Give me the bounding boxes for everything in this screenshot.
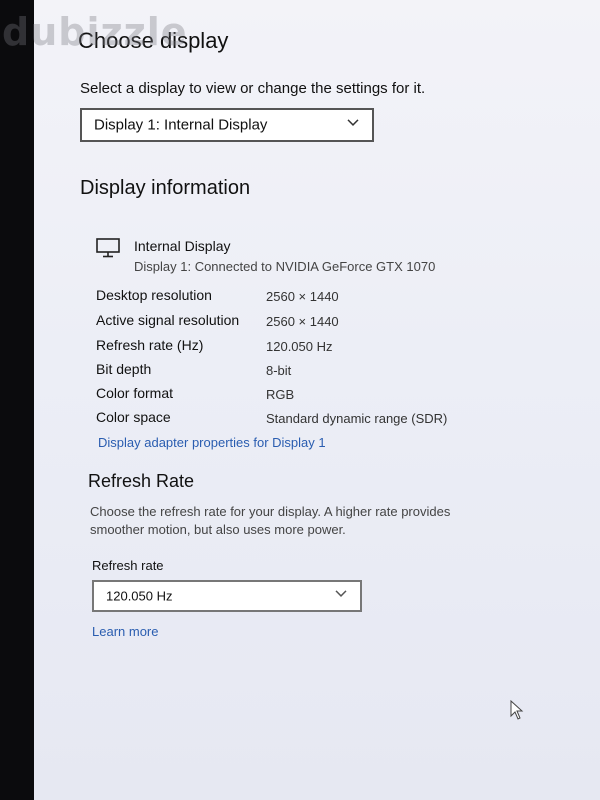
- refresh-rate-description: Choose the refresh rate for your display…: [90, 504, 451, 537]
- info-label: Refresh rate (Hz): [96, 337, 204, 353]
- refresh-rate-heading: Refresh Rate: [88, 471, 195, 491]
- watermark-logo: dubizzle: [2, 10, 188, 54]
- info-value: 2560 × 1440: [266, 289, 339, 304]
- info-row-refresh-rate: Refresh rate (Hz) 120.050 Hz: [96, 337, 516, 359]
- info-value: 8-bit: [266, 363, 292, 378]
- info-label: Active signal resolution: [96, 312, 240, 328]
- info-label: Bit depth: [96, 361, 152, 377]
- settings-window: Choose display Select a display to view …: [34, 0, 600, 800]
- info-row-active-signal-resolution: Active signal resolution 2560 × 1440: [96, 312, 516, 334]
- info-label: Color space: [96, 409, 171, 425]
- info-value: Standard dynamic range (SDR): [266, 411, 448, 426]
- info-value: 2560 × 1440: [266, 314, 339, 329]
- display-connection-status: Display 1: Connected to NVIDIA GeForce G…: [134, 259, 436, 274]
- refresh-rate-value: 120.050 Hz: [106, 588, 173, 604]
- info-label: Color format: [96, 385, 174, 401]
- info-value: 120.050 Hz: [266, 339, 333, 354]
- learn-more-link[interactable]: Learn more: [92, 624, 158, 639]
- info-row-desktop-resolution: Desktop resolution 2560 × 1440: [96, 287, 516, 309]
- select-display-label: Select a display to view or change the s…: [80, 80, 426, 97]
- chevron-down-icon: [335, 590, 347, 597]
- info-row-bit-depth: Bit depth 8-bit: [96, 361, 516, 383]
- display-select-value: Display 1: Internal Display: [94, 116, 268, 134]
- display-select-dropdown[interactable]: Display 1: Internal Display: [80, 108, 374, 142]
- info-value: RGB: [266, 387, 295, 402]
- chevron-down-icon: [347, 119, 359, 126]
- refresh-rate-label: Refresh rate: [92, 558, 164, 573]
- display-name: Internal Display: [134, 238, 231, 254]
- refresh-rate-dropdown[interactable]: 120.050 Hz: [92, 580, 362, 612]
- info-label: Desktop resolution: [96, 287, 212, 303]
- display-adapter-properties-link[interactable]: Display adapter properties for Display 1: [98, 435, 326, 450]
- display-information-heading: Display information: [80, 177, 251, 199]
- info-row-color-format: Color format RGB: [96, 385, 516, 407]
- info-row-color-space: Color space Standard dynamic range (SDR): [96, 409, 516, 431]
- monitor-icon: [96, 238, 120, 258]
- mouse-cursor-icon: [510, 700, 524, 720]
